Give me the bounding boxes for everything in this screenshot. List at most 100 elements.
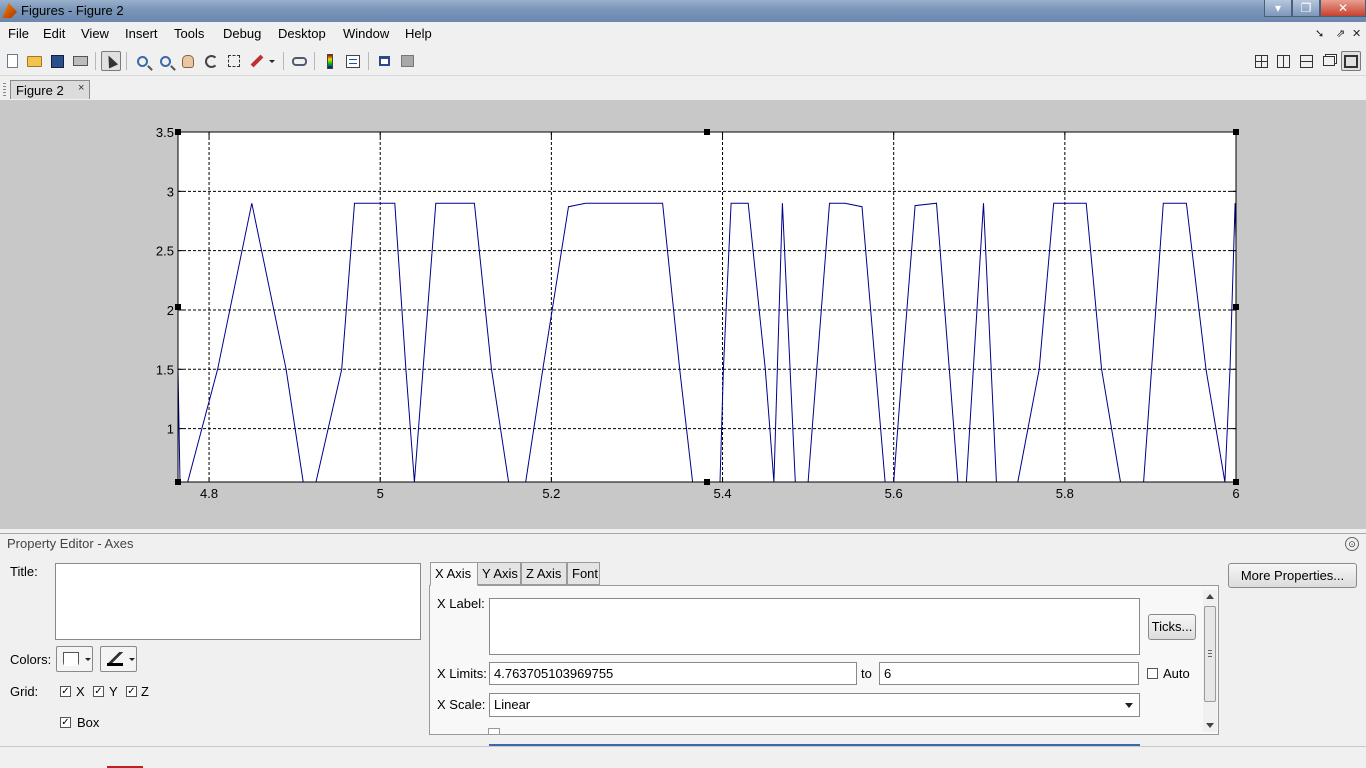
window-title: Figures - Figure 2 [21, 3, 124, 18]
panel-scrollbar[interactable] [1203, 590, 1217, 732]
colors-label: Colors: [10, 652, 52, 667]
maximize-icon[interactable] [1341, 51, 1361, 71]
property-editor-title: Property Editor - Axes [7, 536, 134, 551]
close-figure-icon[interactable]: ✕ [1352, 27, 1361, 40]
figure-canvas: 4.8 5 5.2 5.4 5.6 5.8 6 3.5 3 2.5 2 1.5 1 [0, 100, 1366, 529]
x-label-field[interactable] [489, 598, 1140, 655]
menu-window[interactable]: Window [343, 26, 389, 41]
x-tick-label: 5.4 [713, 486, 731, 501]
top-bottom-icon[interactable] [1296, 51, 1316, 71]
float-icon[interactable] [1319, 51, 1339, 71]
reverse-checkbox[interactable] [488, 728, 500, 734]
face-color-button[interactable] [56, 646, 93, 672]
title-field[interactable] [55, 563, 421, 640]
figure-toolbar [0, 48, 1366, 76]
restore-button[interactable]: ❐ [1292, 0, 1320, 17]
menu-debug[interactable]: Debug [223, 26, 261, 41]
show-plot-tools-icon[interactable] [397, 51, 417, 71]
x-tick-label: 4.8 [200, 486, 218, 501]
grid-z-label: Z [141, 684, 149, 699]
menu-file[interactable]: File [8, 26, 29, 41]
hide-plot-tools-icon[interactable] [374, 51, 394, 71]
close-tab-icon[interactable]: × [78, 82, 84, 94]
figure-tab-strip: Figure 2 × [0, 79, 1366, 100]
brush-dropdown-icon[interactable] [266, 51, 278, 71]
scroll-down-icon[interactable] [1206, 723, 1214, 728]
selection-handle [1233, 129, 1239, 135]
grid-z-checkbox[interactable]: ✓ [126, 686, 137, 697]
open-file-icon[interactable] [24, 51, 44, 71]
auto-limits-checkbox[interactable] [1147, 668, 1158, 679]
toolbar-separator [368, 52, 369, 70]
ticks-button[interactable]: Ticks... [1148, 614, 1196, 640]
grid-x-checkbox[interactable]: ✓ [60, 686, 71, 697]
tile-icon[interactable] [1251, 51, 1271, 71]
x-scale-label: X Scale: [437, 697, 486, 712]
menu-view[interactable]: View [81, 26, 109, 41]
y-tick-label: 2 [167, 303, 174, 318]
edge-color-button[interactable] [100, 646, 137, 672]
box-checkbox[interactable]: ✓ [60, 717, 71, 728]
chevron-down-icon [85, 658, 91, 661]
minimize-button[interactable]: ▾ [1264, 0, 1292, 17]
tab-x-axis[interactable]: X Axis [430, 562, 478, 586]
more-properties-button[interactable]: More Properties... [1228, 563, 1357, 588]
x-limit-max-input[interactable]: 6 [879, 662, 1139, 685]
tab-font[interactable]: Font [567, 562, 600, 585]
save-figure-icon[interactable] [47, 51, 67, 71]
undock-icon[interactable]: ⇗ [1336, 27, 1345, 40]
new-figure-icon[interactable] [2, 51, 22, 71]
print-figure-icon[interactable] [70, 51, 90, 71]
tab-figure-2[interactable]: Figure 2 × [10, 80, 90, 99]
x-scale-select[interactable]: Linear [489, 693, 1140, 717]
zoom-in-icon[interactable] [132, 51, 152, 71]
collapse-icon[interactable]: ⊙ [1345, 537, 1359, 551]
data-cursor-icon[interactable] [224, 51, 244, 71]
y-tick-label: 1.5 [156, 362, 174, 377]
grid-y-checkbox[interactable]: ✓ [93, 686, 104, 697]
scroll-up-icon[interactable] [1206, 594, 1214, 599]
selection-handle [1233, 479, 1239, 485]
selection-handle [175, 129, 181, 135]
x-scale-value: Linear [494, 697, 531, 712]
y-tick-label: 1 [167, 422, 174, 437]
brush-icon[interactable] [247, 51, 267, 71]
tab-y-axis[interactable]: Y Axis [477, 562, 521, 585]
x-tick-label: 5.2 [542, 486, 560, 501]
toolbar-separator [283, 52, 284, 70]
paint-bucket-icon [63, 652, 79, 666]
close-window-button[interactable]: ✕ [1320, 0, 1366, 17]
edit-plot-icon[interactable] [101, 51, 121, 71]
axes-background [178, 132, 1236, 482]
menu-bar: File Edit View Insert Tools Debug Deskto… [0, 22, 1366, 46]
dock-arrow-icon[interactable]: ➘ [1315, 27, 1324, 40]
tab-label: Figure 2 [16, 83, 64, 98]
selection-handle [175, 479, 181, 485]
selection-handle [175, 304, 181, 310]
to-label: to [861, 666, 872, 681]
selection-handle [704, 129, 710, 135]
menu-edit[interactable]: Edit [43, 26, 65, 41]
tab-z-axis[interactable]: Z Axis [521, 562, 567, 585]
x-limits-label: X Limits: [437, 666, 487, 681]
scroll-thumb[interactable] [1204, 606, 1216, 702]
menu-insert[interactable]: Insert [125, 26, 158, 41]
insert-legend-icon[interactable] [343, 51, 363, 71]
menu-help[interactable]: Help [405, 26, 432, 41]
x-tick-label: 5.8 [1056, 486, 1074, 501]
x-tick-label: 5 [377, 486, 384, 501]
insert-colorbar-icon[interactable] [320, 51, 340, 71]
pan-icon[interactable] [178, 51, 198, 71]
menu-desktop[interactable]: Desktop [278, 26, 326, 41]
toolbar-separator [95, 52, 96, 70]
x-tick-label: 6 [1232, 486, 1239, 501]
menu-tools[interactable]: Tools [174, 26, 204, 41]
zoom-out-icon[interactable] [155, 51, 175, 71]
toolbar-separator [314, 52, 315, 70]
link-plot-icon[interactable] [289, 51, 309, 71]
rotate-3d-icon[interactable] [201, 51, 221, 71]
left-right-icon[interactable] [1273, 51, 1293, 71]
drag-grip-icon[interactable] [3, 83, 6, 96]
x-limit-min-input[interactable]: 4.763705103969755 [489, 662, 857, 685]
y-tick-label: 3 [167, 184, 174, 199]
